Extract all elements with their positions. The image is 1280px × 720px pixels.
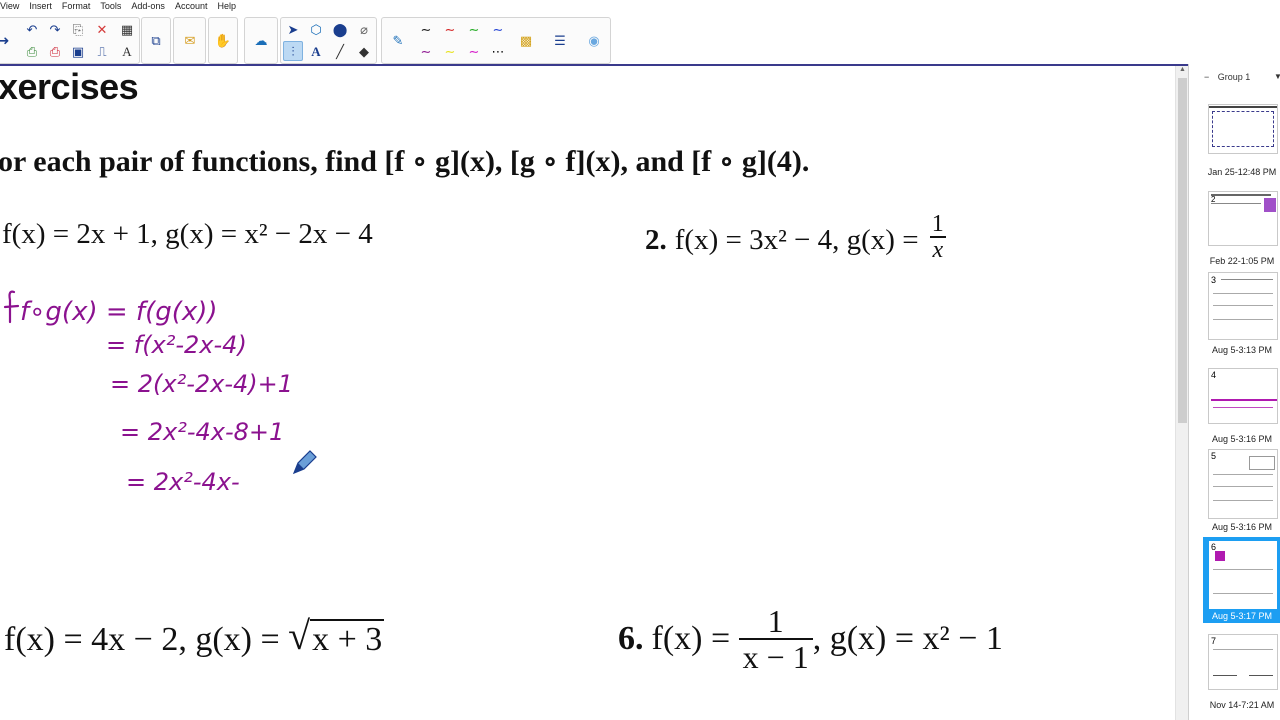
vertical-scrollbar[interactable]: ▲ bbox=[1175, 66, 1188, 720]
page-thumbnail-7[interactable]: 7 bbox=[1208, 634, 1278, 690]
undo-icon[interactable]: ↶ bbox=[22, 19, 42, 39]
eraser-shape-icon[interactable]: ⌀ bbox=[354, 19, 374, 39]
page-number-3: 3 bbox=[1211, 275, 1217, 285]
menu-help[interactable]: Help bbox=[217, 0, 236, 14]
delete-page-icon[interactable]: ⎙ bbox=[45, 41, 65, 61]
save-icon[interactable]: ▣ bbox=[68, 41, 88, 61]
properties-icon[interactable]: ☰ bbox=[550, 30, 570, 50]
menu-account[interactable]: Account bbox=[175, 0, 208, 14]
page-caption-4: Aug 5-3:16 PM bbox=[1211, 434, 1273, 444]
problem-6-fraction: 1 x − 1 bbox=[738, 603, 813, 674]
page-caption-5: Aug 5-3:16 PM bbox=[1211, 522, 1273, 532]
pen-blue-icon[interactable]: ∼ bbox=[488, 19, 508, 39]
page-thumbnail-1[interactable] bbox=[1208, 104, 1278, 154]
menu-tools[interactable]: Tools bbox=[100, 0, 121, 14]
toolbar: ➜ ↶ ↷ ⎘ ✕ ▦ ⎙ ⎙ ▣ ⎍ A ⧉ ✉ ✋ ☁ ➤ ⬡ ⬤ ⌀ ⫶ … bbox=[0, 14, 1280, 64]
instruction-text: or each pair of functions, find [f ∘ g](… bbox=[0, 145, 810, 178]
page-thumbnail-6[interactable]: 6 bbox=[1208, 540, 1278, 610]
page-thumbnail-4[interactable]: 4 bbox=[1208, 368, 1278, 424]
text-tool-icon[interactable]: ⎍ bbox=[92, 41, 112, 61]
problem-5-radicand: x + 3 bbox=[310, 619, 385, 658]
scrollbar-thumb[interactable] bbox=[1178, 78, 1187, 423]
page-caption-6: Aug 5-3:17 PM bbox=[1211, 611, 1273, 621]
problem-6-fraction-num: 1 bbox=[767, 603, 784, 639]
highlighter-yellow-icon[interactable]: ∼ bbox=[440, 41, 460, 61]
page-number-5: 5 bbox=[1211, 451, 1217, 461]
problem-6-text-b: , g(x) = x² − 1 bbox=[812, 620, 1003, 657]
page-caption-3: Aug 5-3:13 PM bbox=[1211, 345, 1273, 355]
eraser-icon[interactable]: ◆ bbox=[354, 41, 374, 61]
paste-icon[interactable]: ⎘ bbox=[68, 19, 88, 39]
problem-2-text: f(x) = 3x² − 4, g(x) = bbox=[674, 223, 926, 256]
group-title: Group 1 bbox=[1217, 72, 1251, 82]
problem-6: 6. f(x) = 1 x − 1 , g(x) = x² − 1 bbox=[618, 604, 1003, 674]
arrow-right-icon[interactable]: ➜ bbox=[0, 30, 14, 50]
doc-camera-icon[interactable]: ◉ bbox=[584, 30, 604, 50]
chevron-down-icon[interactable]: ▼ bbox=[1274, 72, 1280, 81]
problem-5: f(x) = 4x − 2, g(x) = √ x + 3 bbox=[4, 612, 385, 659]
line-icon[interactable]: ╱ bbox=[330, 41, 350, 61]
color-grid-icon[interactable]: ▩ bbox=[516, 30, 536, 50]
fill-icon[interactable]: ⬤ bbox=[330, 19, 350, 39]
hand-icon[interactable]: ✋ bbox=[213, 30, 233, 50]
table-icon[interactable]: ▦ bbox=[117, 19, 137, 39]
zoom-icon[interactable]: ⬡ bbox=[306, 19, 326, 39]
problem-2-fraction-den: x bbox=[932, 237, 944, 263]
problem-1: f(x) = 2x + 1, g(x) = x² − 2x − 4 bbox=[2, 218, 373, 250]
pen-black-icon[interactable]: ∼ bbox=[416, 19, 436, 39]
problem-5-text: f(x) = 4x − 2, g(x) = bbox=[4, 621, 289, 658]
pen-purple-icon[interactable]: ∼ bbox=[416, 41, 436, 61]
pen-green-icon[interactable]: ∼ bbox=[464, 19, 484, 39]
problem-2-number: 2. bbox=[645, 223, 667, 256]
problem-6-fraction-den: x − 1 bbox=[738, 638, 813, 674]
menu-view[interactable]: View bbox=[0, 0, 19, 14]
pen-red-icon[interactable]: ∼ bbox=[440, 19, 460, 39]
page-number-7: 7 bbox=[1211, 636, 1217, 646]
page-caption-7: Nov 14-7:21 AM bbox=[1209, 700, 1275, 710]
menu-format[interactable]: Format bbox=[62, 0, 91, 14]
screen-capture-icon[interactable]: ⧉ bbox=[146, 30, 166, 50]
group-header[interactable]: − Group 1 ▼ bbox=[1204, 72, 1280, 82]
pen-icon[interactable]: ✎ bbox=[388, 30, 408, 50]
page-thumbnail-2[interactable]: 2 bbox=[1208, 191, 1278, 246]
gallery-icon[interactable]: ✉ bbox=[180, 30, 200, 50]
page-number-4: 4 bbox=[1211, 370, 1217, 380]
sqrt-symbol: √ bbox=[288, 613, 311, 658]
collapse-icon[interactable]: − bbox=[1204, 72, 1209, 82]
redo-icon[interactable]: ↷ bbox=[45, 19, 65, 39]
problem-6-number: 6. bbox=[618, 620, 644, 657]
text-icon-small[interactable]: A bbox=[117, 41, 137, 61]
problem-2-fraction: 1 x bbox=[929, 211, 946, 263]
menu-addons[interactable]: Add-ons bbox=[131, 0, 165, 14]
menu-bar: View Insert Format Tools Add-ons Account… bbox=[0, 0, 1280, 14]
pen-magenta-icon[interactable]: ∼ bbox=[464, 41, 484, 61]
menu-insert[interactable]: Insert bbox=[29, 0, 52, 14]
shapes-icon[interactable]: ☁ bbox=[251, 30, 271, 50]
problem-2: 2. f(x) = 3x² − 4, g(x) = 1 x bbox=[645, 212, 946, 262]
scroll-up-icon[interactable]: ▲ bbox=[1177, 66, 1188, 76]
page-thumbnail-5[interactable]: 5 bbox=[1208, 449, 1278, 519]
page-thumbnail-3[interactable]: 3 bbox=[1208, 272, 1278, 340]
notebook-canvas[interactable]: xercises or each pair of functions, find… bbox=[0, 64, 1188, 720]
delete-icon[interactable]: ✕ bbox=[92, 19, 112, 39]
problem-2-fraction-num: 1 bbox=[929, 211, 946, 238]
page-heading: xercises bbox=[0, 66, 139, 107]
problem-6-text-a: f(x) = bbox=[651, 620, 739, 657]
text-icon[interactable]: ⫶ bbox=[283, 41, 303, 61]
text-tool-a-icon[interactable]: A bbox=[306, 41, 326, 61]
select-arrow-icon[interactable]: ➤ bbox=[283, 19, 303, 39]
new-page-icon[interactable]: ⎙ bbox=[22, 41, 42, 61]
page-caption-1: Jan 25-12:48 PM bbox=[1207, 167, 1277, 177]
page-caption-2: Feb 22-1:05 PM bbox=[1209, 256, 1275, 266]
pen-dashed-icon[interactable]: ⋯ bbox=[488, 41, 508, 61]
